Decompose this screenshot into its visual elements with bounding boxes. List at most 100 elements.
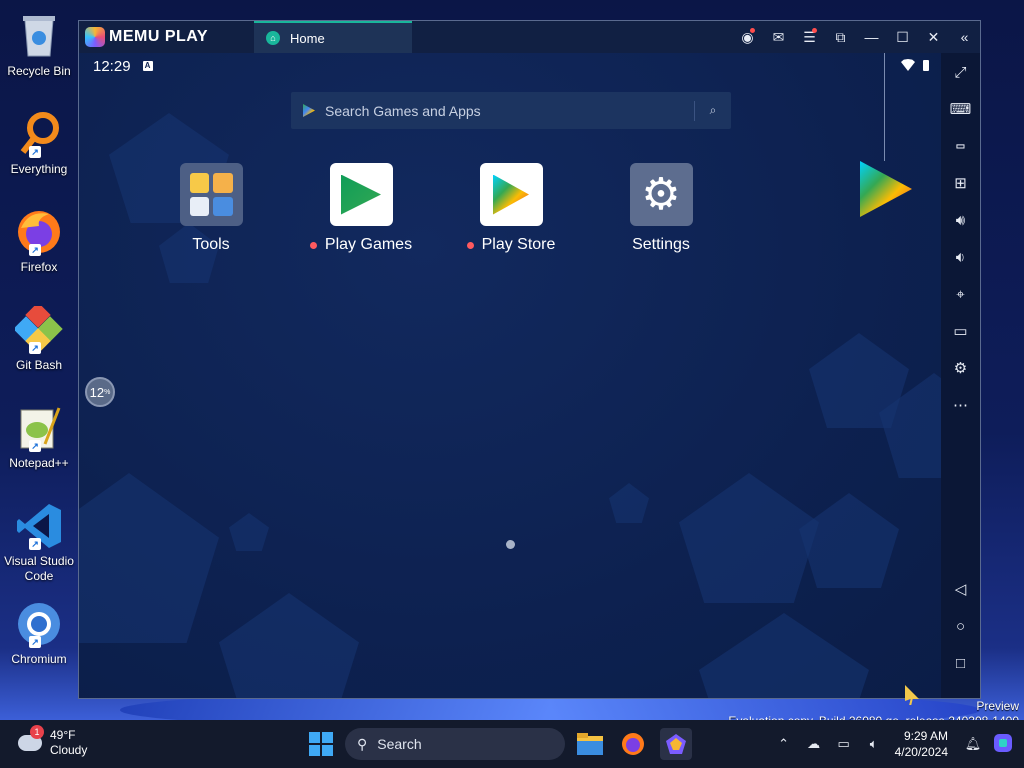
app-label: Play Store — [466, 236, 555, 254]
android-recents-button[interactable]: □ — [941, 648, 980, 678]
desktop-icon-firefox[interactable]: ↗ Firefox — [0, 204, 78, 302]
app-settings[interactable]: ⚙ Settings — [586, 163, 736, 254]
bg-pentagon — [609, 483, 649, 523]
taskbar-time: 9:29 AM — [903, 729, 948, 743]
app-label-text: Tools — [192, 236, 230, 253]
desktop-icon-recycle-bin[interactable]: Recycle Bin — [0, 8, 78, 106]
desktop-icon-everything[interactable]: ↗ Everything — [0, 106, 78, 204]
status-right — [901, 59, 929, 71]
shortcut-arrow-icon: ↗ — [29, 440, 41, 452]
new-badge-dot — [466, 241, 474, 249]
app-label-text: Settings — [632, 236, 690, 253]
tab-home[interactable]: ⌂ Home — [254, 21, 412, 53]
more-dots-icon: ⋯ — [953, 397, 968, 414]
close-icon: ✕ — [927, 28, 940, 45]
multi-instance-button[interactable]: ⊞ — [941, 168, 980, 198]
desktop-icon-notepad-plus-plus[interactable]: ↗ Notepad++ — [0, 400, 78, 498]
app-label: Play Games — [309, 236, 413, 254]
status-clock: 12:29 — [93, 57, 131, 75]
mail-icon: ✉ — [772, 28, 785, 45]
taskbar-date: 4/20/2024 — [894, 745, 948, 759]
search-games-bar[interactable]: Search Games and Apps ⌕ — [291, 92, 731, 129]
settings-button[interactable]: ⚙ — [941, 353, 980, 383]
desktop-icon-chromium[interactable]: ↗ Chromium — [0, 596, 78, 694]
android-back-button[interactable]: ◁ — [941, 574, 980, 604]
more-button[interactable]: ⋯ — [941, 390, 980, 420]
bg-pentagon — [219, 593, 359, 698]
app-label-text: Play Games — [324, 236, 413, 253]
taskbar-firefox[interactable] — [617, 728, 649, 760]
close-button[interactable]: ✕ — [918, 21, 949, 53]
copilot-icon[interactable] — [988, 733, 1018, 756]
show-hidden-icons-chevron[interactable]: ⌃ — [769, 736, 799, 752]
app-play-store[interactable]: Play Store — [436, 163, 586, 254]
app-label: Tools — [192, 236, 229, 254]
minimize-icon: — — [864, 29, 879, 45]
keyboard-mapping-button[interactable]: ⌨ — [941, 94, 980, 124]
shortcut-arrow-icon: ↗ — [29, 146, 41, 158]
desktop-icon-label: Firefox — [20, 260, 58, 274]
volume-up-icon: 🔊︎ — [955, 211, 966, 229]
volume-up-button[interactable]: 🔊︎ — [941, 205, 980, 235]
android-home-button[interactable]: ○ — [941, 611, 980, 641]
desktop-icon-vscode[interactable]: ↗ Visual Studio Code — [0, 498, 78, 596]
maximize-button[interactable]: ☐ — [887, 21, 918, 53]
menu-button[interactable]: ☰ — [794, 21, 825, 53]
vscode-icon: ↗ — [15, 502, 63, 550]
shared-folder-button[interactable]: ▭ — [941, 316, 980, 346]
shortcut-arrow-icon: ↗ — [29, 342, 41, 354]
minimize-button[interactable]: — — [856, 21, 887, 53]
fullscreen-button[interactable]: ⤢ — [941, 57, 980, 87]
memu-right-toolbar: ⤢ ⌨ ▭ ⊞ 🔊︎ 🔉︎ ⌖ ▭ ⚙ ⋯ ◁ ○ □ — [941, 53, 980, 698]
shortcut-arrow-icon: ↗ — [29, 636, 41, 648]
wifi-icon — [901, 59, 915, 71]
folder-icon: ▭ — [953, 323, 968, 340]
chromium-icon: ↗ — [15, 600, 63, 648]
taskbar-clock[interactable]: 9:29 AM 4/20/2024 — [895, 728, 948, 760]
play-promo-icon[interactable] — [860, 161, 912, 217]
desktop-icon-git-bash[interactable]: ↗ Git Bash — [0, 302, 78, 400]
progress-unit: % — [104, 388, 111, 396]
volume-down-icon: 🔉︎ — [955, 248, 966, 266]
account-button[interactable]: ◉ — [732, 21, 763, 53]
weather-widget[interactable]: 1 49°F Cloudy — [18, 725, 87, 758]
taskbar-memu[interactable] — [660, 728, 692, 760]
bg-pentagon — [229, 513, 269, 551]
search-icon[interactable]: ⌕ — [695, 103, 731, 118]
app-tools[interactable]: Tools — [136, 163, 286, 254]
back-triangle-icon: ◁ — [954, 581, 967, 598]
location-button[interactable]: ⌖ — [941, 279, 980, 309]
taskbar-file-explorer[interactable] — [574, 728, 606, 760]
window-manage-icon: ⧉ — [835, 28, 846, 45]
collapse-sidebar-button[interactable]: « — [949, 21, 980, 53]
taskbar-search-label: Search — [377, 736, 422, 752]
weather-text: 49°F Cloudy — [50, 728, 87, 758]
volume-muted-icon[interactable]: 🔈︎ — [859, 736, 889, 752]
display-icon[interactable]: ▭ — [829, 736, 859, 752]
title-controls: ◉ ✉ ☰ ⧉ — ☐ ✕ « — [732, 21, 980, 53]
mail-button[interactable]: ✉ — [763, 21, 794, 53]
start-button[interactable] — [309, 732, 333, 756]
everything-icon: ↗ — [15, 110, 63, 158]
settings-gear-icon: ⚙ — [629, 163, 693, 226]
apk-install-button[interactable]: ▭ — [941, 131, 980, 161]
search-input[interactable]: Search Games and Apps — [325, 103, 694, 119]
memu-logo: MEMU PLAY — [79, 21, 254, 53]
shortcut-arrow-icon: ↗ — [29, 244, 41, 256]
app-play-games[interactable]: Play Games — [286, 163, 436, 254]
volume-down-button[interactable]: 🔉︎ — [941, 242, 980, 272]
android-screen: 12:29 A Search Games and Apps ⌕ Tools Pl… — [79, 53, 941, 698]
bg-pentagon — [799, 493, 899, 588]
notification-dot — [750, 28, 755, 33]
desktop-icon-label: Recycle Bin — [7, 64, 71, 78]
recycle-bin-icon — [15, 12, 63, 60]
gear-icon: ⚙ — [953, 360, 968, 377]
taskbar-search[interactable]: ⚲ Search — [345, 728, 565, 760]
memu-brand-text: MEMU PLAY — [109, 28, 209, 45]
progress-indicator[interactable]: 12% — [85, 377, 115, 407]
notification-bell-icon[interactable]: 🔔︎ — [958, 736, 988, 752]
onedrive-icon[interactable]: ☁ — [799, 736, 829, 752]
memu-logo-icon — [85, 27, 105, 47]
firefox-icon: ↗ — [15, 208, 63, 256]
multi-window-button[interactable]: ⧉ — [825, 21, 856, 53]
